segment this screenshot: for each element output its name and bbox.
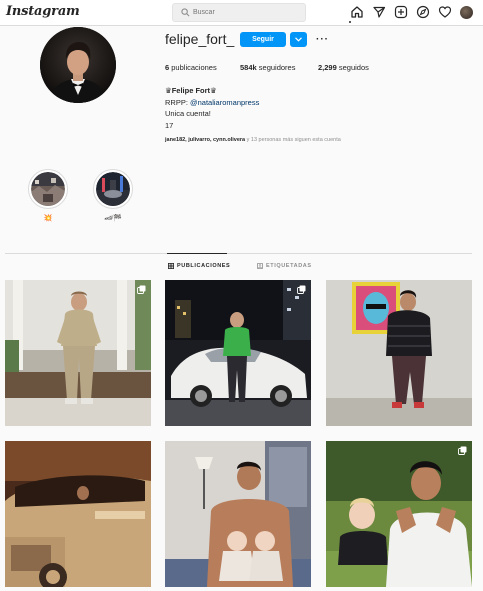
post-image [165,280,311,426]
new-post-icon[interactable] [394,5,408,19]
active-tab-indicator [167,253,227,254]
followed-by-text[interactable]: jane182, julivarro, cynn.olivera y 13 pe… [165,137,341,143]
search-box[interactable] [172,3,306,22]
bio-line-3: 17 [165,120,174,130]
follow-button[interactable]: Seguir [240,32,286,47]
search-input[interactable] [193,5,301,20]
home-icon[interactable] [350,5,364,19]
tagged-icon [257,263,263,269]
following-stat[interactable]: 2,299 seguidos [318,63,369,72]
tab-publicaciones[interactable]: PUBLICACIONES [168,263,230,269]
active-page-indicator [349,21,351,23]
highlight-label: 💥 [43,215,53,222]
post-thumbnail[interactable] [5,441,151,587]
post-thumbnail[interactable] [5,280,151,426]
post-image [326,280,472,426]
posts-stat: 6 publicaciones [165,63,217,72]
tabs-divider [5,253,472,254]
chevron-down-icon [295,37,302,42]
post-image [5,441,151,587]
post-image [326,441,472,587]
tab-label: PUBLICACIONES [177,263,231,269]
post-thumbnail[interactable] [165,280,311,426]
followers-stat[interactable]: 584k seguidores [240,63,295,72]
post-thumbnail[interactable] [326,441,472,587]
top-navigation-bar: Instagram [0,0,483,26]
grid-icon [168,263,174,269]
search-icon [181,8,190,17]
bio-line-rrpp: RRPP: @nataliaromanpress [165,97,260,107]
direct-icon[interactable] [372,5,386,19]
suggested-accounts-dropdown-button[interactable] [290,32,307,47]
multiple-photos-icon [458,446,467,455]
post-thumbnail[interactable] [165,441,311,587]
post-thumbnail[interactable] [326,280,472,426]
highlight-cover-image [96,172,130,206]
profile-photo[interactable] [40,27,116,103]
story-highlight[interactable]: 🏎🏁 [93,169,133,222]
profile-username: felipe_fort_ [165,31,235,47]
multiple-photos-icon [297,285,306,294]
profile-bio: ♛Felipe Fort♛ RRPP: @nataliaromanpress U… [165,85,259,131]
nav-icons [350,5,473,19]
post-image [5,280,151,426]
tab-label: ETIQUETADAS [266,263,312,269]
bio-mention-link[interactable]: @nataliaromanpress [190,98,259,107]
bio-line-2: Unica cuenta! [165,109,211,118]
highlight-cover-image [31,172,65,206]
profile-full-name: ♛Felipe Fort♛ [165,86,217,95]
explore-icon[interactable] [416,5,430,19]
tab-etiquetadas[interactable]: ETIQUETADAS [257,263,312,269]
multiple-photos-icon [137,285,146,294]
instagram-logo[interactable]: Instagram [6,4,80,19]
highlight-label: 🏎🏁 [104,215,122,222]
story-highlight[interactable]: 💥 [28,169,68,222]
activity-heart-icon[interactable] [438,5,452,19]
post-image [165,441,311,587]
profile-avatar[interactable] [460,5,473,19]
more-options-button[interactable]: ··· [316,34,329,45]
